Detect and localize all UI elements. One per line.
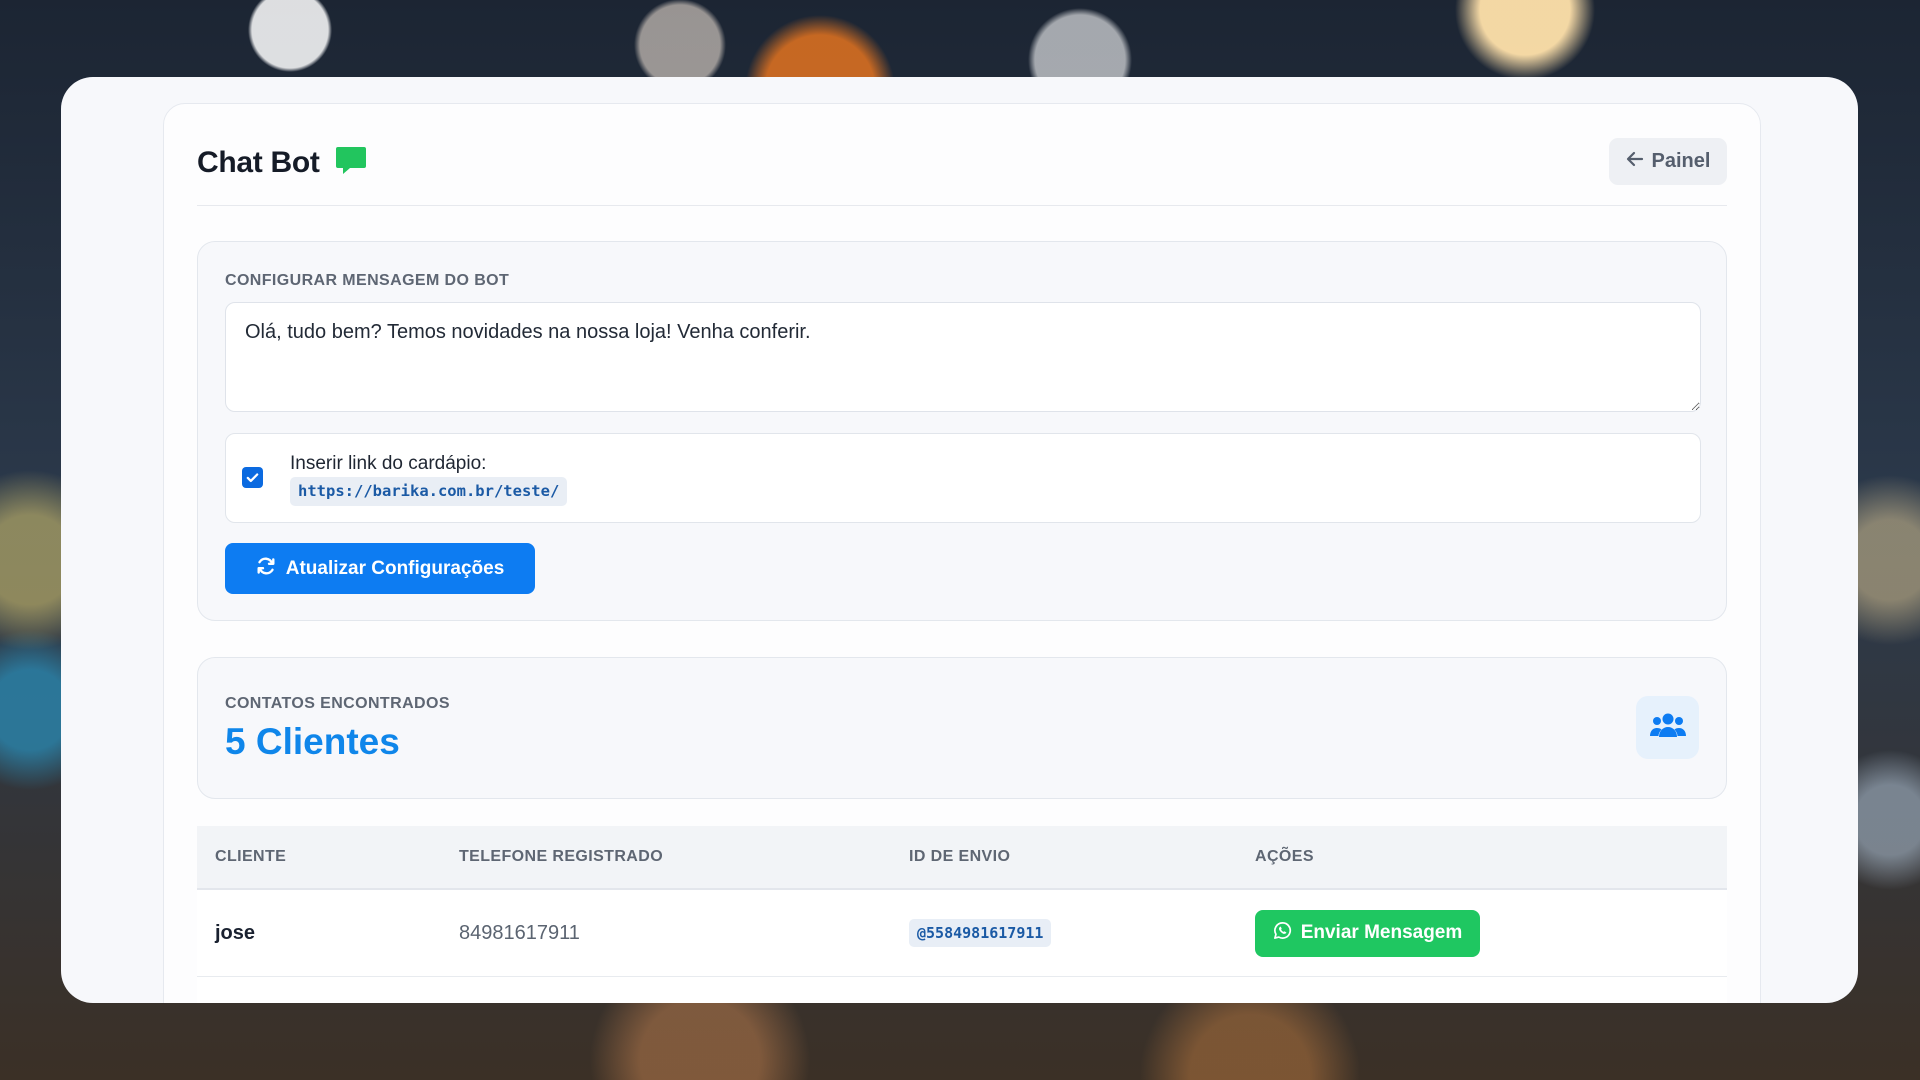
client-phone: 84981617911 [459,921,580,944]
header-client: CLIENTE [215,848,287,865]
action-cell: Enviar Mensagem [1255,890,1480,976]
chat-bubble-icon [335,145,367,177]
menu-link-label: Inserir link do cardápio: [290,453,487,474]
send-id-chip: @5584981617911 [909,919,1052,947]
app-window: Chat Bot Painel CONFIGURAR MENSAGEM DO B… [61,77,1858,1003]
contacts-summary-panel: CONTATOS ENCONTRADOS 5 Clientes [197,657,1727,799]
bot-message-textarea[interactable] [225,302,1701,412]
page-title: Chat Bot [197,146,320,179]
sync-icon [256,556,276,582]
send-message-label: Enviar Mensagem [1300,922,1463,943]
client-name: jose [215,921,256,944]
whatsapp-icon [1273,921,1292,946]
contacts-section-label: CONTATOS ENCONTRADOS [225,695,450,712]
send-message-button[interactable]: Enviar Mensagem [1255,909,1480,957]
page-header: Chat Bot Painel [197,104,1727,206]
action-cell [1255,977,1480,1003]
update-settings-button[interactable]: Atualizar Configurações [225,543,535,594]
update-settings-label: Atualizar Configurações [285,557,505,579]
send-id-cell: @5584981617911 [909,890,1052,976]
back-to-panel-button[interactable]: Painel [1609,138,1727,185]
header-actions: AÇÕES [1255,848,1314,865]
bot-config-panel: CONFIGURAR MENSAGEM DO BOT Inserir link … [197,241,1727,621]
table-header: CLIENTE TELEFONE REGISTRADO ID DE ENVIO … [197,826,1727,890]
table-row [197,977,1727,1003]
arrow-left-icon [1626,150,1644,174]
back-button-label: Painel [1651,150,1711,172]
menu-link-option: Inserir link do cardápio: https://barika… [225,433,1701,523]
menu-link-checkbox[interactable] [242,467,263,488]
config-section-label: CONFIGURAR MENSAGEM DO BOT [225,272,510,289]
contacts-count: 5 Clientes [225,721,400,762]
header-send-id: ID DE ENVIO [909,848,1011,865]
table-row: jose 84981617911 @5584981617911 Enviar M… [197,890,1727,977]
header-phone: TELEFONE REGISTRADO [459,848,664,865]
users-icon [1649,711,1686,744]
chatbot-card: Chat Bot Painel CONFIGURAR MENSAGEM DO B… [163,103,1761,1003]
menu-link-url: https://barika.com.br/teste/ [290,477,568,506]
contacts-table: CLIENTE TELEFONE REGISTRADO ID DE ENVIO … [197,826,1727,1003]
users-badge [1636,696,1699,759]
